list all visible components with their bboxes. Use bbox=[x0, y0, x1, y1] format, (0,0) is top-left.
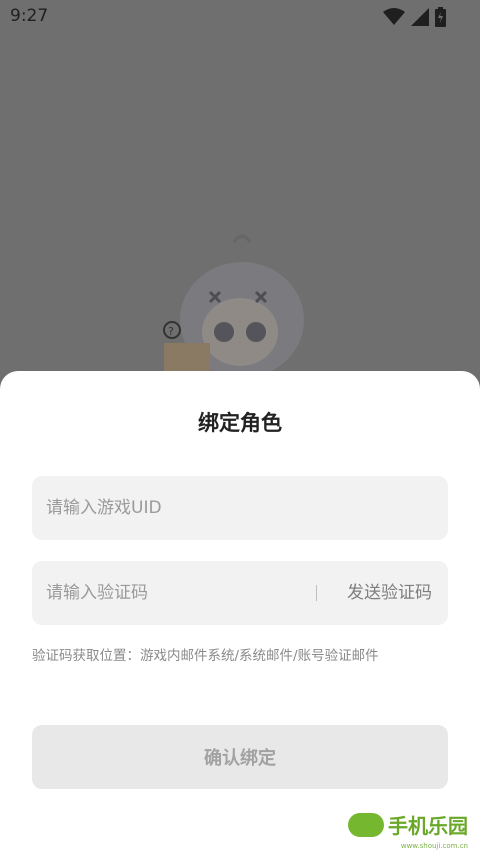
wifi-icon bbox=[383, 8, 405, 26]
verification-hint: 验证码获取位置：游戏内邮件系统/系统邮件/账号验证邮件 bbox=[32, 648, 379, 664]
status-time: 9:27 bbox=[10, 6, 49, 26]
watermark-logo-icon bbox=[348, 812, 384, 837]
battery-icon bbox=[435, 7, 446, 27]
send-code-button[interactable]: 发送验证码 bbox=[347, 561, 432, 625]
svg-text:?: ? bbox=[168, 325, 174, 338]
confirm-bind-button[interactable]: 确认绑定 bbox=[32, 725, 448, 789]
signal-icon bbox=[411, 8, 429, 26]
watermark-subtext: www.shouji.com.cn bbox=[400, 842, 468, 850]
sheet-title: 绑定角色 bbox=[198, 411, 282, 435]
status-bar: 9:27 bbox=[0, 0, 480, 32]
uid-input[interactable] bbox=[32, 476, 448, 540]
uid-field-container[interactable] bbox=[32, 476, 448, 540]
field-divider bbox=[316, 585, 317, 601]
bind-role-sheet: 绑定角色 发送验证码 验证码获取位置：游戏内邮件系统/系统邮件/账号验证邮件 确… bbox=[0, 371, 480, 853]
status-icons bbox=[383, 7, 446, 27]
anime-character-icon: ? bbox=[150, 228, 320, 378]
verification-code-input[interactable] bbox=[32, 561, 302, 625]
code-field-container[interactable]: 发送验证码 bbox=[32, 561, 448, 625]
watermark: 手机乐园 www.shouji.com.cn bbox=[348, 810, 468, 850]
watermark-text: 手机乐园 bbox=[388, 814, 468, 838]
